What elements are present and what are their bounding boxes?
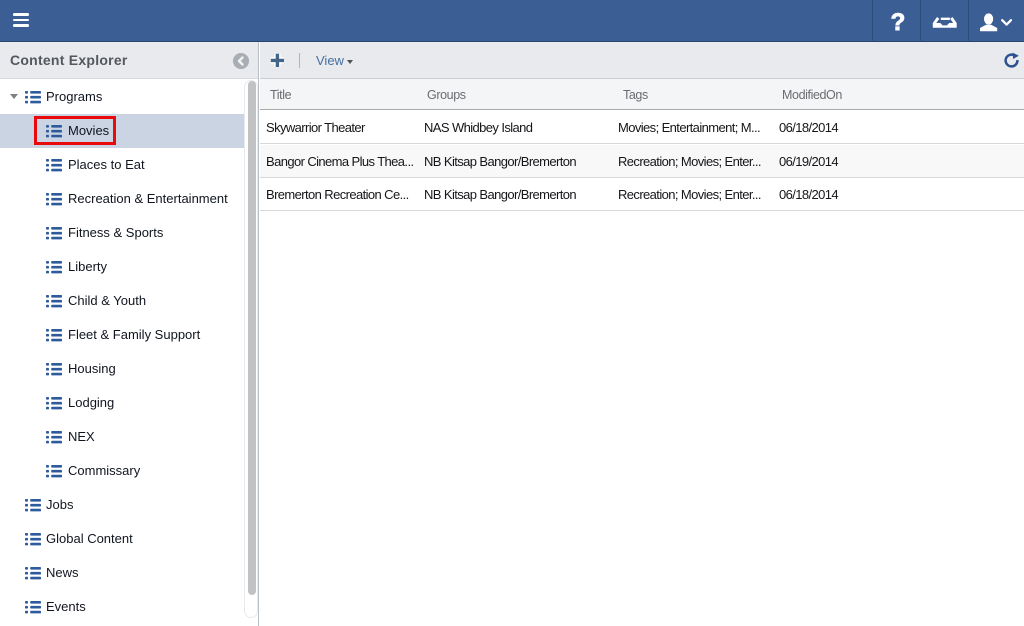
svg-text:?: ? [891,9,906,36]
